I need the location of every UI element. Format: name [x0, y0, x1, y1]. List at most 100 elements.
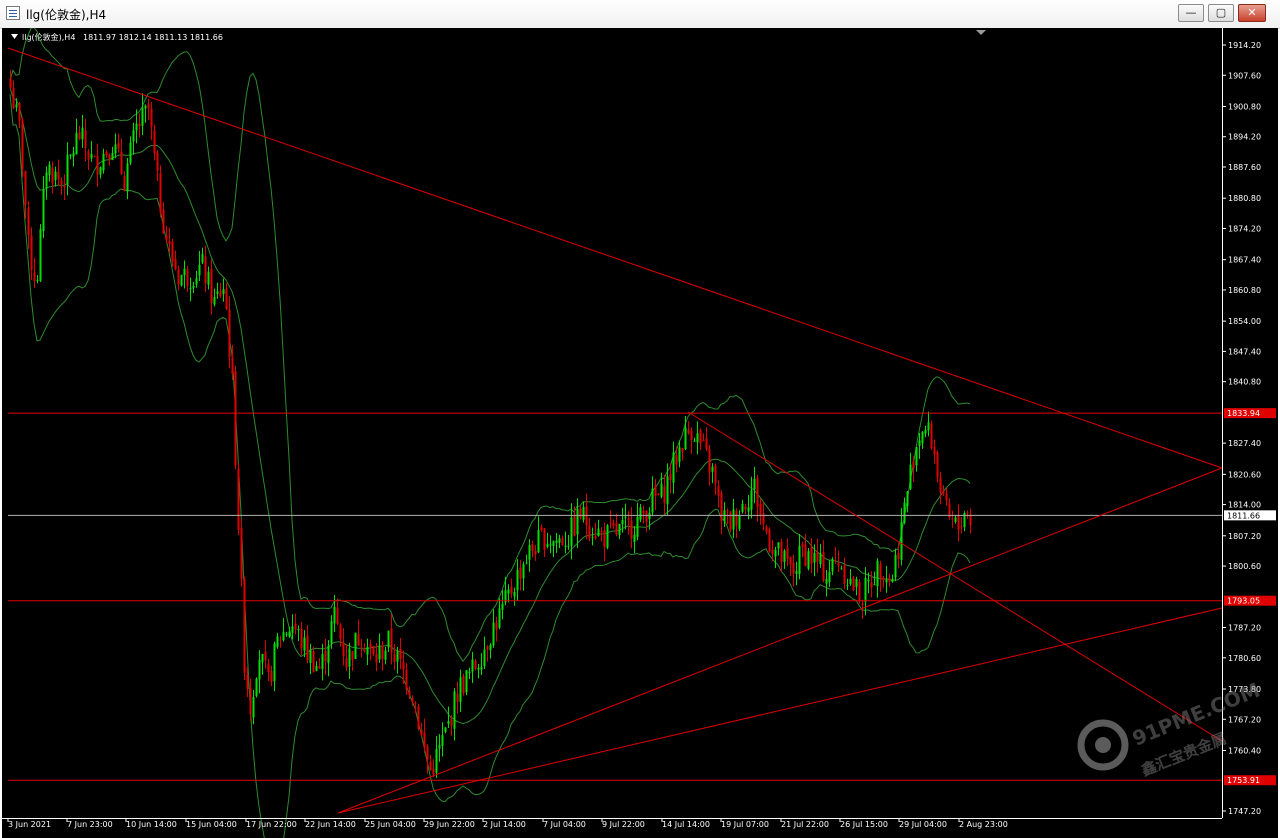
candle-body [147, 104, 150, 109]
candle-body [381, 645, 384, 660]
price-chart[interactable]: llg(伦敦金),H4 1811.97 1812.14 1811.13 1811… [2, 28, 1278, 838]
candle-body [207, 271, 210, 285]
candle-body [492, 622, 495, 646]
candle-body [177, 269, 180, 285]
candle-body [744, 506, 747, 510]
candle-body [756, 477, 759, 507]
price-tick-label: 1827.40 [1228, 439, 1261, 448]
candle-body [435, 748, 438, 773]
candle-body [306, 635, 309, 661]
price-tick-label: 1854.00 [1228, 317, 1261, 326]
candle-body [873, 584, 876, 586]
candle-body [693, 440, 696, 442]
candle-body [711, 466, 714, 472]
candle-body [330, 621, 333, 644]
price-tick-label: 1847.40 [1228, 347, 1261, 356]
candle-body [960, 526, 963, 528]
candle-body [105, 152, 108, 156]
candle-body [468, 672, 471, 674]
candle-body [462, 675, 465, 694]
candle-body [909, 464, 912, 489]
candle-body [705, 438, 708, 449]
candle-body [123, 175, 126, 191]
candle-body [531, 544, 534, 551]
chart-area[interactable]: llg(伦敦金),H4 1811.97 1812.14 1811.13 1811… [2, 28, 1278, 838]
candle-body [369, 643, 372, 648]
candle-body [39, 229, 42, 281]
candle-body [186, 269, 189, 287]
candle-body [702, 439, 705, 441]
candle-body [528, 545, 531, 560]
candle-body [618, 524, 621, 536]
candle-body [267, 663, 270, 673]
minimize-button[interactable]: — [1178, 4, 1204, 22]
candle-body [294, 623, 297, 630]
candle-body [747, 507, 750, 512]
close-button[interactable]: ✕ [1238, 4, 1266, 22]
candle-body [231, 357, 234, 374]
candle-body [876, 560, 879, 587]
candle-body [486, 646, 489, 650]
level-price-label: 1753.91 [1227, 776, 1260, 785]
candle-body [219, 291, 222, 297]
candle-body [648, 512, 651, 520]
candle-body [87, 151, 90, 160]
candle-body [24, 171, 27, 206]
candle-body [336, 607, 339, 624]
candle-body [522, 564, 525, 579]
price-tick-label: 1780.60 [1228, 654, 1261, 663]
candle-body [906, 491, 909, 506]
candle-body [42, 189, 45, 232]
candle-body [405, 669, 408, 690]
candle-body [195, 278, 198, 285]
price-tick-label: 1867.40 [1228, 256, 1261, 265]
candle-body [786, 547, 789, 559]
candle-body [846, 584, 849, 586]
price-tick-label: 1914.20 [1228, 41, 1261, 50]
candle-body [840, 568, 843, 570]
candle-body [420, 730, 423, 735]
candle-body [669, 474, 672, 480]
candle-body [153, 130, 156, 154]
candle-body [741, 503, 744, 513]
candle-body [210, 268, 213, 303]
candle-body [513, 592, 516, 597]
candle-body [822, 552, 825, 581]
candle-body [792, 562, 795, 574]
candle-body [585, 506, 588, 526]
candle-body [30, 235, 33, 271]
candle-body [642, 510, 645, 514]
candle-body [270, 671, 273, 682]
maximize-button[interactable]: ▢ [1208, 4, 1234, 22]
candle-body [921, 431, 924, 444]
candle-body [63, 185, 66, 188]
candle-body [282, 631, 285, 641]
candle-body [81, 127, 84, 140]
candle-body [645, 510, 648, 523]
candle-body [966, 512, 969, 514]
candle-body [243, 578, 246, 673]
candle-body [570, 517, 573, 546]
title-bar[interactable]: llg(伦敦金),H4 — ▢ ✕ [0, 0, 1280, 29]
candle-body [546, 543, 549, 547]
candle-body [411, 697, 414, 702]
candle-body [60, 180, 63, 185]
candle-body [246, 674, 249, 689]
candle-body [351, 651, 354, 660]
candle-body [606, 525, 609, 548]
candle-body [459, 677, 462, 703]
candle-body [507, 589, 510, 594]
candle-body [144, 105, 147, 109]
candle-body [726, 510, 729, 512]
candle-body [537, 530, 540, 553]
candle-body [597, 528, 600, 537]
candle-body [489, 644, 492, 651]
candle-body [387, 630, 390, 648]
candle-body [396, 651, 399, 662]
time-tick-label: 17 Jun 22:00 [246, 820, 297, 829]
candle-body [156, 152, 159, 171]
candle-body [150, 108, 153, 128]
candle-body [447, 721, 450, 725]
candle-body [300, 628, 303, 649]
candle-body [372, 645, 375, 655]
